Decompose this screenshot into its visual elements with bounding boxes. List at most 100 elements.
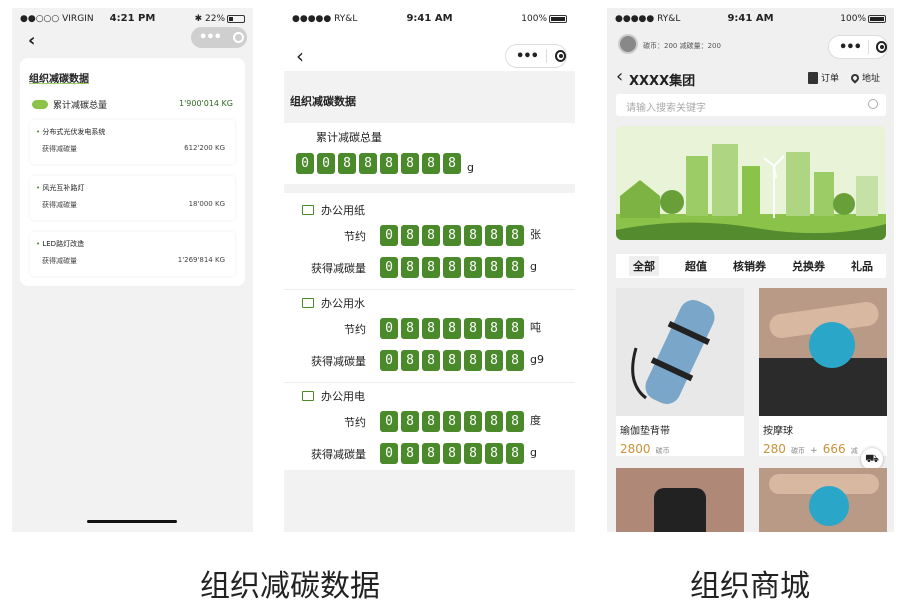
banner-image[interactable] [616,126,886,240]
counter-digit: 8 [401,411,419,432]
row-unit: g [530,446,537,459]
mini-program-capsule[interactable]: ••• [505,44,567,68]
counter-digit: 8 [464,318,482,339]
counter-digit: 8 [506,350,524,371]
counter-row: 获得减碳量 0888888g [284,442,575,464]
counter-digit: 8 [443,411,461,432]
counter-digit: 8 [485,350,503,371]
counter-digit: 8 [401,257,419,278]
back-button[interactable]: ‹ [616,66,623,87]
search-icon[interactable] [868,99,878,109]
row-unit: g [530,260,537,273]
location-pin-icon [849,71,861,84]
product-cash: 666 [822,442,846,456]
caption-carbon-data: 组织减碳数据 [200,569,380,604]
counter-row: 节约 0888888吨 [284,317,575,339]
list-item[interactable]: • LED路灯改造 获得减碳量 1'269'814 KG [30,232,235,276]
item-name: 风光互补路灯 [42,184,85,192]
counter-digit: 8 [506,443,524,464]
tab-voucher[interactable]: 核销券 [733,258,766,274]
cloud-icon [32,100,48,109]
bottom-area [284,470,575,532]
cart-icon[interactable]: ⛟ [861,448,883,470]
status-bar: ●●●●● RY&L 9:41 AM 100% [284,8,575,30]
search-input[interactable]: 请输入搜索关键字 [616,94,886,116]
product-card[interactable] [616,468,744,532]
close-capsule-icon[interactable] [554,50,566,62]
item-label: 获得减碳量 [42,201,77,209]
more-icon[interactable]: ••• [199,30,222,45]
battery-status: 100% [840,14,886,24]
product-card[interactable] [759,468,887,532]
close-capsule-icon[interactable] [232,32,244,43]
battery-icon [549,14,567,23]
more-icon[interactable]: ••• [839,40,862,55]
counter-digit: 8 [401,443,419,464]
battery-status: ✱ 22% [195,14,245,24]
counter-digit: 8 [443,318,461,339]
counter-row: 节约 0888888张 [284,224,575,246]
tab-value[interactable]: 超值 [685,258,707,274]
counter-digit: 8 [464,443,482,464]
resource-section: 办公用纸 节约 0888888张 获得减碳量 0888888g [284,200,575,290]
row-label: 获得减碳量 [311,262,366,275]
product-image [616,288,744,416]
back-button[interactable]: ‹ [296,44,304,68]
resource-section: 办公用电 节约 0888888度 获得减碳量 0888888g [284,386,575,476]
product-name: 瑜伽垫背带 [620,426,670,437]
row-unit: 张 [530,228,541,241]
counter-digit: 8 [506,225,524,246]
counter-digit: 8 [422,225,440,246]
list-item[interactable]: • 风光互补路灯 获得减碳量 18'000 KG [30,176,235,220]
row-label: 获得减碳量 [311,355,366,368]
total-label: 累计减碳总量 [53,101,108,111]
product-cash-unit: 减 [850,447,858,455]
product-card[interactable]: 瑜伽垫背带 2800 碳币 [616,288,744,456]
divider [284,184,575,193]
counter-digit: 8 [443,225,461,246]
product-image [759,288,887,416]
counter-digit: 8 [485,225,503,246]
counter-digit: 8 [380,153,398,174]
item-value: 1'269'814 KG [177,256,225,264]
mini-program-capsule[interactable]: ••• [828,35,888,59]
counter-digit: 8 [443,153,461,174]
row-label: 获得减碳量 [311,448,366,461]
orders-button[interactable]: 订单 [808,71,839,84]
status-bar: ●●●●● RY&L 9:41 AM 100% [607,8,894,30]
counter-digit: 0 [380,225,398,246]
mini-program-capsule[interactable]: ••• [191,27,247,48]
more-icon[interactable]: ••• [516,49,539,64]
section-title: 办公用电 [321,390,365,403]
counter-digit: 8 [506,257,524,278]
section-title: 办公用水 [321,297,365,310]
tab-exchange[interactable]: 兑换券 [792,258,825,274]
item-label: 获得减碳量 [42,257,77,265]
book-icon [302,298,314,308]
product-price: 2800 [620,442,651,456]
counter-digit: 8 [401,153,419,174]
item-name: 分布式光伏发电系统 [42,128,106,136]
avatar[interactable] [618,34,638,54]
product-card[interactable]: 按摩球 280 碳币 + 666 减 ⛟ [759,288,887,470]
phone-screen-carbon-summary: ●●○○○ VIRGIN 4:21 PM ✱ 22% ‹ ••• 组织减碳数据 … [12,8,253,532]
counter-digit: 8 [401,318,419,339]
address-button[interactable]: 地址 [849,71,880,84]
home-indicator [87,520,177,523]
list-item[interactable]: • 分布式光伏发电系统 获得减碳量 612'200 KG [30,120,235,164]
tab-all[interactable]: 全部 [629,256,659,276]
product-name: 按摩球 [763,426,793,437]
total-label: 累计减碳总量 [316,131,382,144]
tab-gift[interactable]: 礼品 [851,258,873,274]
counter-digit: 8 [401,350,419,371]
user-info: 碳币：200 减碳量：200 [643,42,721,50]
counter-digit: 8 [338,153,356,174]
counter-digit: 8 [422,318,440,339]
close-capsule-icon[interactable] [875,41,887,53]
item-value: 18'000 KG [188,200,225,208]
counter-digit: 8 [506,318,524,339]
product-currency: 碳币 [655,447,670,455]
back-button[interactable]: ‹ [28,30,35,51]
clipboard-icon [808,71,818,84]
phone-screen-store: ●●●●● RY&L 9:41 AM 100% 碳币：200 减碳量：200 •… [607,8,894,532]
